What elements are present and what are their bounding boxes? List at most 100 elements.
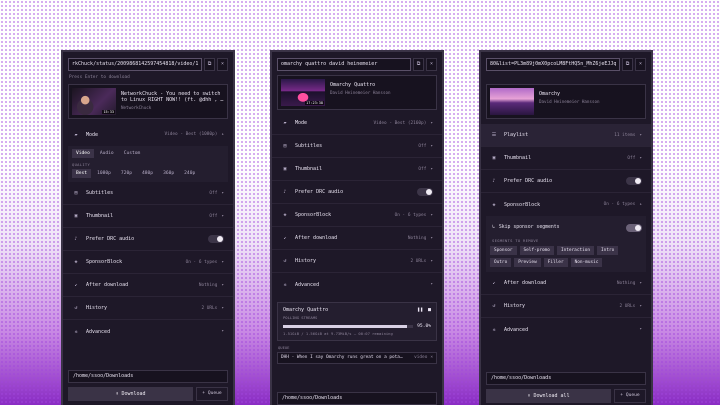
advanced-row[interactable]: ✲ Advanced ▾ [272, 273, 442, 296]
segment-chip-interaction[interactable]: Interaction [556, 246, 595, 255]
after-download-row[interactable]: ↙ After download Nothing ▾ [272, 227, 442, 250]
advanced-row[interactable]: ✲ Advanced ▾ [63, 320, 233, 343]
mode-row[interactable]: ▰ Mode Video - Best (1080p) ▴ [63, 123, 233, 146]
drc-audio-toggle[interactable] [626, 177, 642, 185]
download-path-input[interactable]: /home/ssoo/Downloads [68, 370, 228, 383]
history-row[interactable]: ↺ History 2 URLs ▾ [272, 250, 442, 273]
sponsorblock-row[interactable]: ◈ SponsorBlock On · 6 types ▾ [63, 251, 233, 274]
segment-chip-non-music[interactable]: Non-music [570, 258, 603, 267]
sponsorblock-row[interactable]: ◈ SponsorBlock On · 6 types ▾ [272, 204, 442, 227]
subtitles-row[interactable]: ▤ Subtitles Off ▾ [272, 135, 442, 158]
progress-stats: 1.51GiB / 1.56GiB at 9.73MiB/s — 00:07 r… [283, 331, 393, 336]
segment-chip-outro[interactable]: Outro [490, 258, 512, 267]
drc-audio-row: ♪ Prefer DRC audio [63, 228, 233, 251]
drc-audio-toggle[interactable] [417, 188, 433, 196]
chevron-down-icon: ▾ [430, 120, 433, 126]
download-button[interactable]: ⬇ Download [68, 387, 193, 401]
quality-360p[interactable]: 360p [159, 169, 178, 178]
chevron-down-icon: ▾ [221, 259, 224, 265]
close-icon[interactable]: × [635, 58, 646, 71]
segments-label: SEGMENTS TO REMOVE [492, 238, 539, 243]
chevron-down-icon: ▾ [639, 280, 642, 286]
segment-chips: Sponsor Self-promo Interaction Intro Out… [490, 246, 642, 267]
media-card: 15:33 NetworkChuck - You need to switch … [68, 84, 228, 119]
stop-icon[interactable]: ■ [428, 307, 431, 313]
chevron-down-icon: ▾ [221, 305, 224, 311]
segment-chip-intro[interactable]: Intro [597, 246, 619, 255]
queue-button[interactable]: + Queue [196, 387, 228, 401]
duration-badge: 15:33 [102, 110, 115, 114]
download-progress-card: Omarchy Quattro ❚❚ ■ POLLING STREAMS 95.… [277, 302, 437, 341]
url-row: rkChuck/status/2009868142597454818/video… [68, 58, 228, 71]
queue-button[interactable]: + Queue [614, 389, 646, 403]
url-input[interactable]: 80&list=PL3m89j0mX0pcoLM8FtHQ5n_MhZ6jeEJ… [486, 58, 620, 71]
thumbnail-row[interactable]: ▣ Thumbnail Off ▾ [63, 205, 233, 228]
history-row[interactable]: ↺ History 2 URLs ▾ [481, 295, 651, 318]
image-icon: ▣ [283, 166, 287, 172]
chevron-down-icon: ▾ [430, 166, 433, 172]
chevron-down-icon: ▾ [430, 282, 433, 287]
quality-480p[interactable]: 480p [138, 169, 157, 178]
playlist-thumbnail [490, 88, 534, 115]
thumbnail-row[interactable]: ▣ Thumbnail Off ▾ [272, 158, 442, 181]
close-icon[interactable]: × [430, 353, 433, 363]
thumbnail-row[interactable]: ▣ Thumbnail Off ▾ [481, 147, 651, 170]
search-input[interactable]: omarchy quattro david heinemeier [277, 58, 411, 71]
arrow-icon: ↙ [283, 235, 287, 241]
advanced-row[interactable]: ✲ Advanced ▾ [481, 318, 651, 341]
chevron-down-icon: ▾ [639, 303, 642, 309]
quality-best[interactable]: Best [72, 169, 92, 178]
subtitles-row[interactable]: ▤ Subtitles Off ▾ [63, 182, 233, 205]
close-icon[interactable]: × [217, 58, 228, 71]
audio-icon: ♪ [492, 178, 496, 184]
quality-720p[interactable]: 720p [117, 169, 136, 178]
queue-item-kind: video [414, 355, 428, 360]
segment-chip-self-promo[interactable]: Self-promo [519, 246, 554, 255]
tab-custom[interactable]: Custom [120, 149, 145, 158]
copy-icon[interactable]: ⧉ [413, 58, 424, 71]
after-download-row[interactable]: ↙ After download Nothing ▾ [481, 272, 651, 295]
download-path-input[interactable]: /home/ssoo/Downloads [486, 372, 646, 385]
queue-label: QUEUE [278, 345, 290, 350]
url-input[interactable]: rkChuck/status/2009868142597454818/video… [68, 58, 202, 71]
chevron-down-icon: ▾ [639, 155, 642, 161]
shield-icon: ◈ [492, 201, 496, 208]
tab-video[interactable]: Video [72, 149, 94, 158]
drc-audio-toggle[interactable] [208, 235, 224, 243]
queue-item[interactable]: DHH - When I say Omarchy runs great on a… [277, 352, 437, 364]
after-download-row[interactable]: ↙ After download Nothing ▾ [63, 274, 233, 297]
media-channel: David Heinemeier Hansson [330, 90, 391, 95]
chevron-down-icon: ▾ [221, 282, 224, 288]
downloader-panel-2: omarchy quattro david heinemeier ⧉ × 17:… [270, 50, 444, 405]
progress-bar [283, 325, 414, 328]
copy-icon[interactable]: ⧉ [622, 58, 633, 71]
close-icon[interactable]: × [426, 58, 437, 71]
downloader-panel-1: rkChuck/status/2009868142597454818/video… [61, 50, 235, 405]
shield-icon: ◈ [74, 259, 78, 265]
chevron-down-icon: ▾ [430, 258, 433, 264]
skip-sponsor-toggle[interactable] [626, 223, 642, 232]
media-title: Omarchy Quattro [330, 82, 376, 88]
segment-chip-preview[interactable]: Preview [514, 258, 541, 267]
chevron-down-icon: ▾ [639, 132, 642, 138]
segment-chip-sponsor[interactable]: Sponsor [490, 246, 517, 255]
video-camera-icon: ▰ [74, 131, 78, 138]
history-row[interactable]: ↺ History 2 URLs ▾ [63, 297, 233, 320]
copy-icon[interactable]: ⧉ [204, 58, 215, 71]
sponsorblock-row[interactable]: ◈ SponsorBlock On · 6 types ▴ [481, 193, 651, 216]
segment-chip-filler[interactable]: Filler [543, 258, 568, 267]
quality-options: Best 1080p 720p 480p 360p 240p [72, 169, 224, 178]
gear-icon: ✲ [283, 281, 287, 288]
download-path-input[interactable]: /home/ssoo/Downloads [277, 392, 437, 405]
playlist-row[interactable]: ☰ Playlist 11 items ▾ [481, 124, 651, 147]
tab-audio[interactable]: Audio [96, 149, 118, 158]
chevron-down-icon: ▾ [221, 329, 224, 334]
download-all-button[interactable]: ⬇ Download all [486, 389, 611, 403]
chevron-down-icon: ▾ [430, 143, 433, 149]
quality-1080p[interactable]: 1080p [93, 169, 115, 178]
quality-240p[interactable]: 240p [180, 169, 199, 178]
pause-icon[interactable]: ❚❚ [417, 307, 423, 313]
gear-icon: ✲ [74, 328, 78, 335]
mode-row[interactable]: ▰ Mode Video - Best (2160p) ▾ [272, 112, 442, 135]
chevron-down-icon: ▾ [430, 212, 433, 218]
